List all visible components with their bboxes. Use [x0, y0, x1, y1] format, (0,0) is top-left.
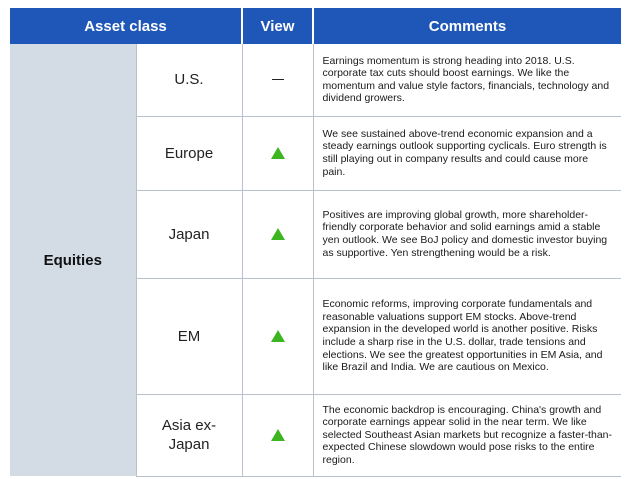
region-label: Europe: [136, 116, 243, 191]
region-label: U.S.: [136, 44, 243, 117]
view-cell: [242, 394, 314, 477]
neutral-dash-icon: [271, 79, 284, 81]
comment-text: The economic backdrop is encouraging. Ch…: [313, 394, 621, 477]
green-up-triangle-icon: [270, 428, 285, 441]
table-header-row: Asset class View Comments: [10, 8, 621, 44]
region-label: EM: [136, 278, 243, 395]
table-row: Equities U.S. Earnings momentum is stron…: [10, 44, 621, 476]
comment-text: Positives are improving global growth, m…: [313, 190, 621, 279]
green-up-triangle-icon: [270, 329, 285, 342]
region-label: Japan: [136, 190, 243, 279]
header-comments: Comments: [313, 8, 621, 44]
green-up-triangle-icon: [270, 146, 285, 159]
green-up-triangle-icon: [270, 227, 285, 240]
view-cell: [242, 278, 314, 395]
asset-views-table: Asset class View Comments Equities U.S. …: [10, 8, 621, 477]
header-view: View: [242, 8, 314, 44]
view-cell: [242, 44, 314, 117]
asset-group-equities: Equities: [10, 44, 137, 476]
header-asset-class: Asset class: [10, 8, 243, 44]
view-cell: [242, 190, 314, 279]
comment-text: Economic reforms, improving corporate fu…: [313, 278, 621, 395]
comment-text: We see sustained above-trend economic ex…: [313, 116, 621, 191]
comment-text: Earnings momentum is strong heading into…: [313, 44, 621, 117]
region-label: Asia ex-Japan: [136, 394, 243, 477]
view-cell: [242, 116, 314, 191]
